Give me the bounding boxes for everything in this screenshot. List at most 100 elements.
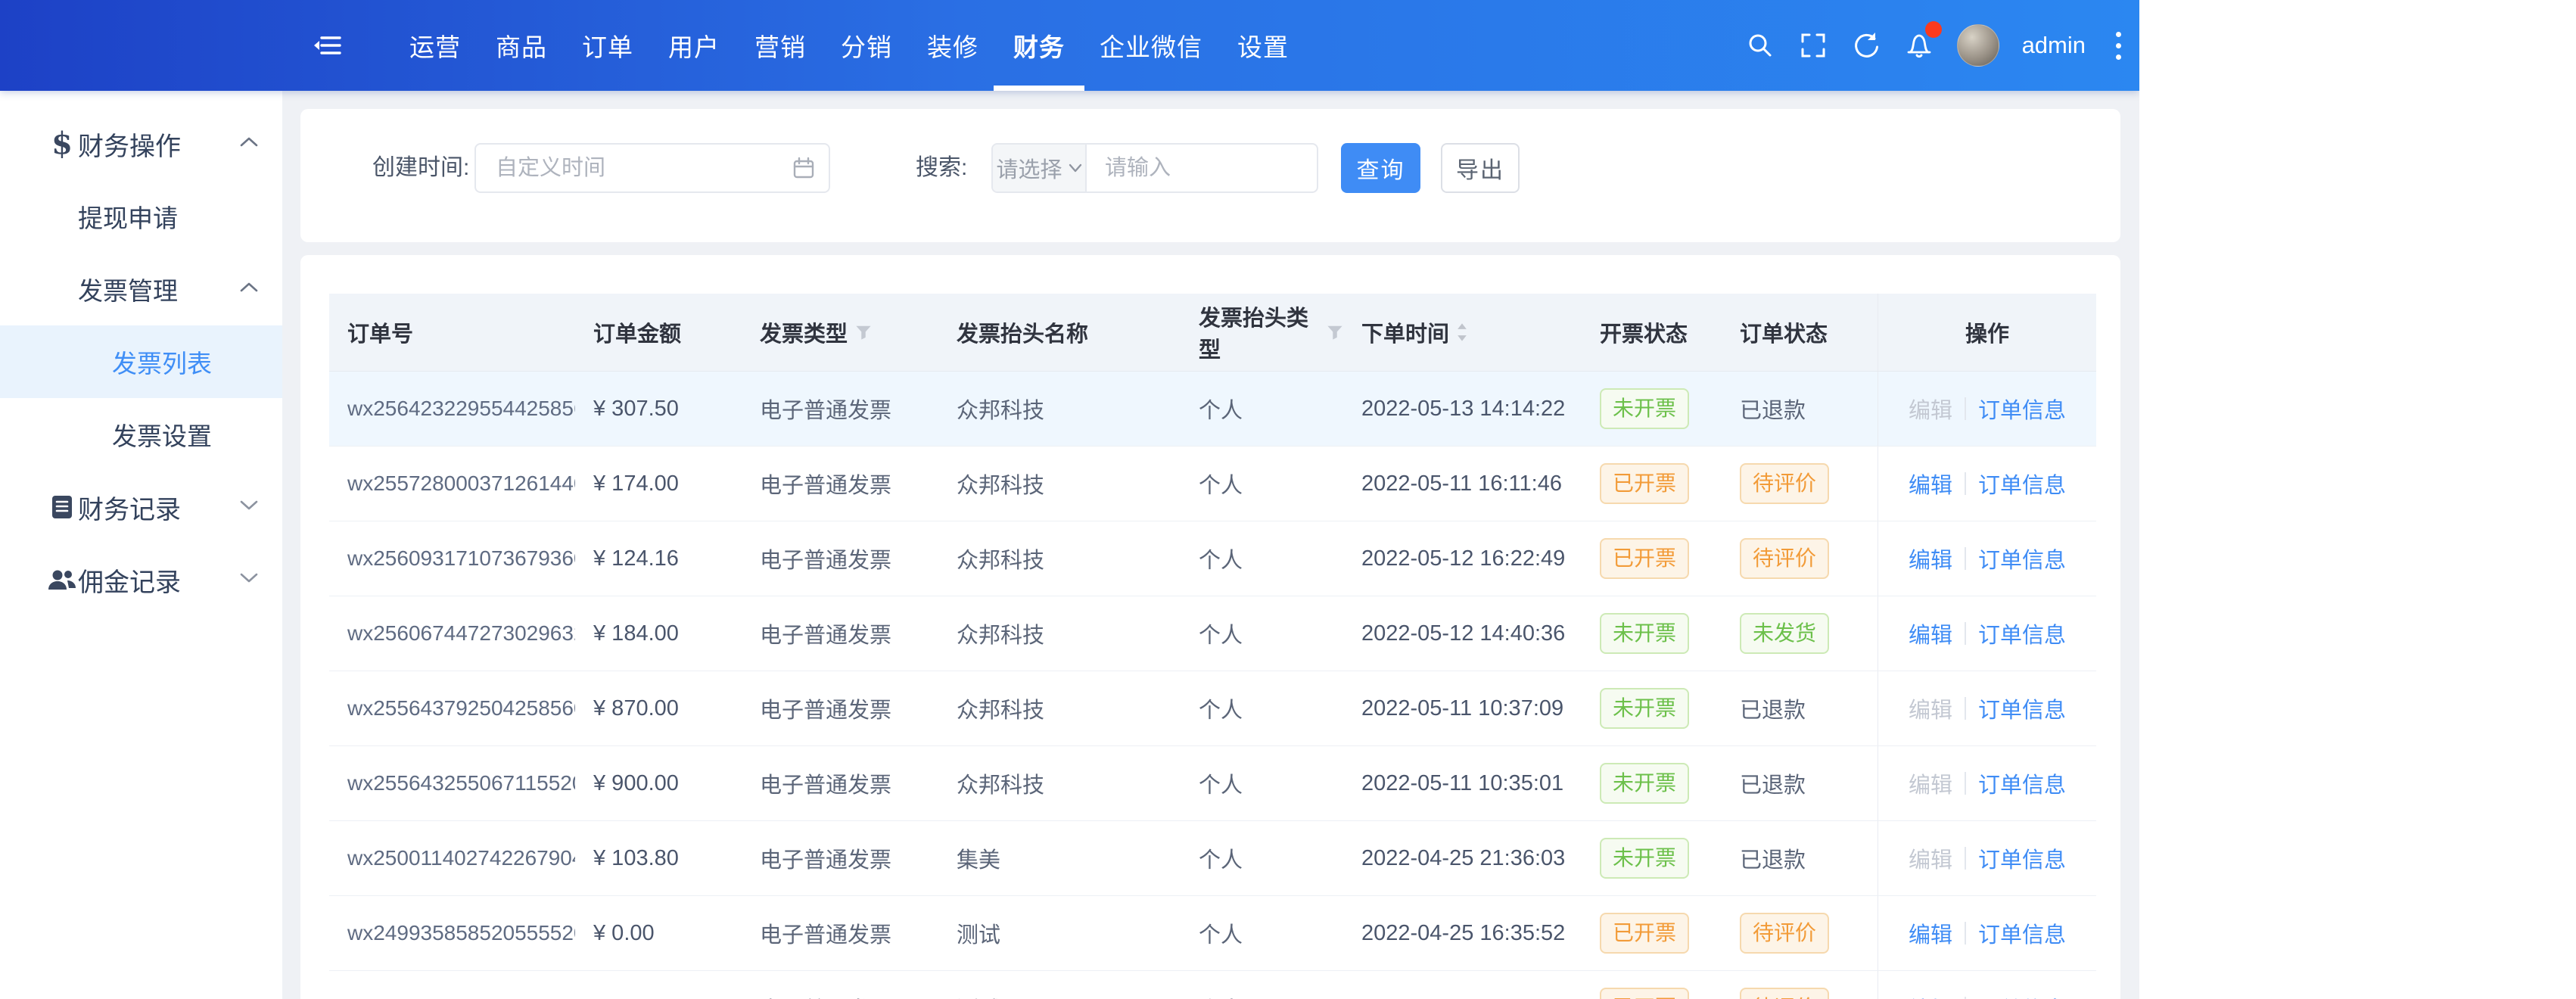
search-icon[interactable] <box>1745 30 1775 61</box>
invoice-title-type: 个人 <box>1199 848 1243 873</box>
order-info-link[interactable]: 订单信息 <box>1978 692 2066 724</box>
order-info-link[interactable]: 订单信息 <box>1978 393 2066 425</box>
table-row: wx250011402742267904 ¥ 103.80 电子普通发票 集美 个人 20… <box>329 821 2096 896</box>
notebook-icon <box>45 493 79 521</box>
order-number: wx255643792504258560 <box>347 696 575 720</box>
nav-item-分销[interactable]: 分销 <box>841 0 892 91</box>
order-info-link[interactable]: 订单信息 <box>1978 917 2066 949</box>
invoice-title-type: 个人 <box>1199 549 1243 573</box>
order-status-cell: 待评价 <box>1722 896 1878 970</box>
sidebar-item-label: 财务记录 <box>78 495 181 524</box>
nav-item-设置[interactable]: 设置 <box>1237 0 1289 91</box>
nav-item-运营[interactable]: 运营 <box>409 0 461 91</box>
column-header-发票类型[interactable]: 发票类型 <box>742 294 938 371</box>
user-name[interactable]: admin <box>2022 32 2086 59</box>
table-row: wx256067447273029632 ¥ 184.00 电子普通发票 众邦科技 个人… <box>329 596 2096 671</box>
column-header-下单时间[interactable]: 下单时间 <box>1343 294 1582 371</box>
notification-bell-icon[interactable] <box>1904 21 1942 61</box>
actions-cell: 编辑 订单信息 <box>1878 671 2096 745</box>
sidebar-item-财务操作[interactable]: $ 财务操作 <box>0 107 282 180</box>
nav-item-用户[interactable]: 用户 <box>668 0 720 91</box>
invoice-status-cell: 已开票 <box>1582 447 1722 521</box>
order-number: wx256093171073679360 <box>347 546 575 570</box>
invoice-status-cell: 已开票 <box>1582 521 1722 596</box>
order-number <box>329 971 575 999</box>
date-input-field[interactable] <box>494 154 792 182</box>
nav-item-订单[interactable]: 订单 <box>582 0 633 91</box>
actions-cell: 编辑 订单信息 <box>1878 372 2096 446</box>
edit-link[interactable]: 编辑 <box>1909 917 1952 949</box>
refresh-icon[interactable] <box>1851 30 1881 61</box>
order-time: 2022-05-13 14:14:22 <box>1361 396 1566 421</box>
table-row: wx255643792504258560 ¥ 870.00 电子普通发票 众邦科技 个人… <box>329 671 2096 746</box>
invoice-status-badge: 已开票 <box>1600 913 1690 954</box>
column-label: 订单金额 <box>593 322 682 347</box>
order-info-link[interactable]: 订单信息 <box>1978 618 2066 649</box>
order-number: wx256423229554425856 <box>347 397 575 420</box>
column-header-订单金额: 订单金额 <box>575 294 742 371</box>
edit-link[interactable]: 编辑 <box>1909 618 1952 649</box>
sort-icon[interactable] <box>1457 322 1467 342</box>
order-amount: ¥ 124.16 <box>593 546 679 571</box>
order-time <box>1343 971 1582 999</box>
invoice-type: 电子普通发票 <box>760 699 892 723</box>
order-info-link[interactable]: 订单信息 <box>1978 992 2066 999</box>
nav-item-商品[interactable]: 商品 <box>496 0 547 91</box>
more-icon[interactable] <box>2108 27 2129 64</box>
order-status-badge: 未发货 <box>1740 613 1830 654</box>
search-input[interactable] <box>1103 154 1317 182</box>
edit-link[interactable]: 编辑 <box>1909 543 1952 574</box>
app-window: 运营 商品 订单 用户 营销 分销 装修 财务 企业微信 设置 admin $ … <box>0 0 2139 999</box>
filter-icon[interactable] <box>1327 324 1343 341</box>
sidebar-item-发票设置[interactable]: 发票设置 <box>0 398 282 471</box>
fullscreen-icon[interactable] <box>1798 30 1828 61</box>
edit-link[interactable]: 编辑 <box>1909 992 1952 999</box>
query-button[interactable]: 查询 <box>1341 143 1420 193</box>
column-label: 订单状态 <box>1740 322 1828 347</box>
table-row: wx255728000371261440 ¥ 174.00 电子普通发票 众邦科技 个人… <box>329 447 2096 521</box>
collapse-menu-icon[interactable] <box>313 0 343 91</box>
avatar[interactable] <box>1956 24 1999 67</box>
calendar-icon <box>792 157 815 179</box>
column-label: 订单号 <box>347 322 414 347</box>
sidebar-item-佣金记录[interactable]: 佣金记录 <box>0 543 282 616</box>
sidebar-item-发票管理[interactable]: 发票管理 <box>0 253 282 325</box>
nav-item-装修[interactable]: 装修 <box>927 0 978 91</box>
order-status-badge: 已退款 <box>1740 773 1806 798</box>
order-time: 2022-05-11 10:37:09 <box>1361 696 1564 720</box>
filter-icon[interactable] <box>855 324 872 341</box>
order-info-link[interactable]: 订单信息 <box>1978 468 2066 500</box>
date-range-input[interactable] <box>474 143 830 193</box>
order-info-link[interactable]: 订单信息 <box>1978 842 2066 874</box>
edit-link[interactable]: 编辑 <box>1909 468 1952 500</box>
column-header-发票抬头类型[interactable]: 发票抬头类型 <box>1181 294 1343 371</box>
table-row: wx249935858520555520 ¥ 0.00 电子普通发票 测试 个人 2022… <box>329 896 2096 971</box>
search-type-select[interactable]: 请选择 <box>993 145 1087 191</box>
sidebar-item-财务记录[interactable]: 财务记录 <box>0 471 282 543</box>
order-info-link[interactable]: 订单信息 <box>1978 543 2066 574</box>
invoice-status-badge: 已开票 <box>1600 988 1690 999</box>
invoice-title-name: 众邦科技 <box>957 399 1045 423</box>
sidebar-item-提现申请[interactable]: 提现申请 <box>0 180 282 253</box>
sidebar-item-发票列表[interactable]: 发票列表 <box>0 325 282 398</box>
action-divider <box>1965 697 1966 720</box>
order-amount: ¥ 0.00 <box>593 920 655 945</box>
invoice-status-cell: 已开票 <box>1582 971 1722 999</box>
invoice-title-name: 众邦科技 <box>957 699 1045 723</box>
invoice-type: 电子普通发票 <box>760 624 892 648</box>
column-label: 发票类型 <box>760 322 848 347</box>
invoice-status-cell: 未开票 <box>1582 596 1722 671</box>
order-status-badge: 已退款 <box>1740 399 1806 423</box>
column-header-开票状态: 开票状态 <box>1582 294 1722 371</box>
order-amount: ¥ 184.00 <box>593 621 679 646</box>
order-status-cell: 已退款 <box>1722 671 1878 745</box>
order-number: wx255643255067115520 <box>347 771 575 795</box>
nav-item-财务[interactable]: 财务 <box>994 0 1084 91</box>
edit-link: 编辑 <box>1908 699 1952 723</box>
nav-item-企业微信[interactable]: 企业微信 <box>1100 0 1202 91</box>
order-info-link[interactable]: 订单信息 <box>1978 767 2066 799</box>
edit-link: 编辑 <box>1908 773 1952 798</box>
nav-item-营销[interactable]: 营销 <box>754 0 806 91</box>
export-button[interactable]: 导出 <box>1441 143 1520 193</box>
column-header-操作: 操作 <box>1878 294 2096 371</box>
